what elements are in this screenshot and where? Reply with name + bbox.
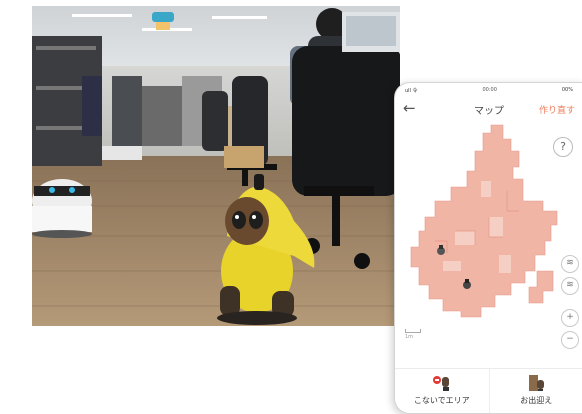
nav-no-entry-area[interactable]: こないでエリア xyxy=(395,369,489,413)
wifi-icon[interactable]: ≋ xyxy=(561,255,579,273)
map-scale: 1m xyxy=(405,329,421,340)
battery-indicator: 00% xyxy=(562,87,573,93)
map-canvas[interactable] xyxy=(395,121,582,371)
zoom-out-icon[interactable]: − xyxy=(561,331,579,349)
nav-welcome[interactable]: お出迎え xyxy=(489,369,582,413)
rebuild-button[interactable]: 作り直す xyxy=(539,103,575,116)
zoom-in-icon[interactable]: + xyxy=(561,309,579,327)
nav-label: お出迎え xyxy=(520,395,552,406)
bottom-nav: こないでエリア お出迎え xyxy=(395,368,582,413)
clock: 00:00 xyxy=(483,87,497,93)
signal-indicator: ull 令 xyxy=(405,87,418,94)
status-bar: ull 令 00:00 00% xyxy=(395,83,582,97)
phone-app-screen: ull 令 00:00 00% ← マップ 作り直す ? xyxy=(394,82,582,414)
nav-label: こないでエリア xyxy=(414,395,470,406)
scale-bar xyxy=(405,329,421,333)
wifi-outline-icon[interactable]: ≋ xyxy=(561,277,579,295)
scale-label: 1m xyxy=(405,334,413,340)
no-entry-robot-icon xyxy=(431,374,453,392)
app-header: ← マップ 作り直す xyxy=(395,97,582,121)
door-robot-icon xyxy=(525,374,547,392)
office-photo xyxy=(32,6,400,326)
